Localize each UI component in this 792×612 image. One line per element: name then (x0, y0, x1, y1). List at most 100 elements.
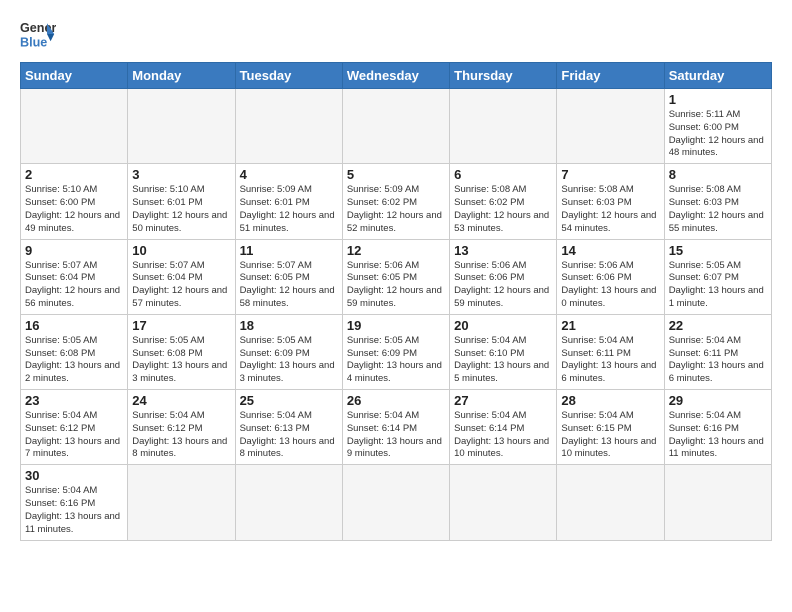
page: General Blue SundayMondayTuesdayWednesda… (0, 0, 792, 551)
calendar-cell: 27 Sunrise: 5:04 AM Sunset: 6:14 PM Dayli… (450, 390, 557, 465)
day-number: 19 (347, 318, 445, 333)
calendar-week-row: 9 Sunrise: 5:07 AM Sunset: 6:04 PM Daylig… (21, 239, 772, 314)
calendar-cell: 30 Sunrise: 5:04 AM Sunset: 6:16 PM Dayli… (21, 465, 128, 540)
day-info: Sunrise: 5:10 AM Sunset: 6:00 PM Dayligh… (25, 184, 123, 235)
day-number: 3 (132, 167, 230, 182)
calendar-week-row: 1 Sunrise: 5:11 AM Sunset: 6:00 PM Daylig… (21, 89, 772, 164)
svg-text:Blue: Blue (20, 36, 47, 50)
day-number: 27 (454, 393, 552, 408)
day-number: 29 (669, 393, 767, 408)
calendar-cell: 15 Sunrise: 5:05 AM Sunset: 6:07 PM Dayli… (664, 239, 771, 314)
day-info: Sunrise: 5:05 AM Sunset: 6:08 PM Dayligh… (25, 335, 123, 386)
day-info: Sunrise: 5:09 AM Sunset: 6:02 PM Dayligh… (347, 184, 445, 235)
calendar-cell: 10 Sunrise: 5:07 AM Sunset: 6:04 PM Dayli… (128, 239, 235, 314)
day-number: 15 (669, 243, 767, 258)
calendar-cell (21, 89, 128, 164)
day-info: Sunrise: 5:07 AM Sunset: 6:05 PM Dayligh… (240, 260, 338, 311)
calendar-cell (557, 465, 664, 540)
day-info: Sunrise: 5:04 AM Sunset: 6:14 PM Dayligh… (454, 410, 552, 461)
calendar-cell (235, 89, 342, 164)
day-info: Sunrise: 5:05 AM Sunset: 6:08 PM Dayligh… (132, 335, 230, 386)
header: General Blue (20, 16, 772, 52)
day-info: Sunrise: 5:05 AM Sunset: 6:09 PM Dayligh… (347, 335, 445, 386)
col-header-saturday: Saturday (664, 63, 771, 89)
calendar-cell: 26Sunrise: 5:04 AM Sunset: 6:14 PM Dayli… (342, 390, 449, 465)
calendar-cell (557, 89, 664, 164)
day-number: 12 (347, 243, 445, 258)
calendar-cell (128, 89, 235, 164)
calendar-cell (128, 465, 235, 540)
day-number: 28 (561, 393, 659, 408)
day-number: 25 (240, 393, 338, 408)
day-number: 1 (669, 92, 767, 107)
calendar-cell: 12 Sunrise: 5:06 AM Sunset: 6:05 PM Dayli… (342, 239, 449, 314)
day-info: Sunrise: 5:08 AM Sunset: 6:03 PM Dayligh… (669, 184, 767, 235)
day-info: Sunrise: 5:11 AM Sunset: 6:00 PM Dayligh… (669, 109, 767, 160)
day-info: Sunrise: 5:05 AM Sunset: 6:09 PM Dayligh… (240, 335, 338, 386)
calendar-cell (235, 465, 342, 540)
day-info: Sunrise: 5:08 AM Sunset: 6:03 PM Dayligh… (561, 184, 659, 235)
day-number: 13 (454, 243, 552, 258)
day-info: Sunrise: 5:04 AM Sunset: 6:12 PM Dayligh… (25, 410, 123, 461)
day-number: 10 (132, 243, 230, 258)
calendar-cell: 29 Sunrise: 5:04 AM Sunset: 6:16 PM Dayli… (664, 390, 771, 465)
day-info: Sunrise: 5:04 AM Sunset: 6:11 PM Dayligh… (669, 335, 767, 386)
day-info: Sunrise: 5:04 AM Sunset: 6:16 PM Dayligh… (25, 485, 123, 536)
calendar-cell: 5 Sunrise: 5:09 AM Sunset: 6:02 PM Daylig… (342, 164, 449, 239)
day-info: Sunrise: 5:06 AM Sunset: 6:05 PM Dayligh… (347, 260, 445, 311)
day-number: 22 (669, 318, 767, 333)
day-info: Sunrise: 5:04 AM Sunset: 6:11 PM Dayligh… (561, 335, 659, 386)
col-header-monday: Monday (128, 63, 235, 89)
calendar-cell: 22 Sunrise: 5:04 AM Sunset: 6:11 PM Dayli… (664, 314, 771, 389)
day-number: 21 (561, 318, 659, 333)
day-number: 18 (240, 318, 338, 333)
day-number: 8 (669, 167, 767, 182)
calendar-week-row: 16 Sunrise: 5:05 AM Sunset: 6:08 PM Dayli… (21, 314, 772, 389)
day-info: Sunrise: 5:07 AM Sunset: 6:04 PM Dayligh… (132, 260, 230, 311)
day-number: 23 (25, 393, 123, 408)
calendar-cell: 23 Sunrise: 5:04 AM Sunset: 6:12 PM Dayli… (21, 390, 128, 465)
day-info: Sunrise: 5:04 AM Sunset: 6:15 PM Dayligh… (561, 410, 659, 461)
calendar-week-row: 2 Sunrise: 5:10 AM Sunset: 6:00 PM Daylig… (21, 164, 772, 239)
calendar-cell: 3 Sunrise: 5:10 AM Sunset: 6:01 PM Daylig… (128, 164, 235, 239)
calendar-cell: 11 Sunrise: 5:07 AM Sunset: 6:05 PM Dayli… (235, 239, 342, 314)
day-number: 30 (25, 468, 123, 483)
day-info: Sunrise: 5:04 AM Sunset: 6:16 PM Dayligh… (669, 410, 767, 461)
calendar-cell: 25Sunrise: 5:04 AM Sunset: 6:13 PM Dayli… (235, 390, 342, 465)
calendar-cell: 4Sunrise: 5:09 AM Sunset: 6:01 PM Daylig… (235, 164, 342, 239)
day-info: Sunrise: 5:04 AM Sunset: 6:12 PM Dayligh… (132, 410, 230, 461)
generalblue-logo-icon: General Blue (20, 16, 56, 52)
day-number: 5 (347, 167, 445, 182)
day-number: 16 (25, 318, 123, 333)
calendar-cell: 8 Sunrise: 5:08 AM Sunset: 6:03 PM Daylig… (664, 164, 771, 239)
calendar-cell: 14 Sunrise: 5:06 AM Sunset: 6:06 PM Dayli… (557, 239, 664, 314)
calendar-cell: 18 Sunrise: 5:05 AM Sunset: 6:09 PM Dayli… (235, 314, 342, 389)
calendar-cell: 9 Sunrise: 5:07 AM Sunset: 6:04 PM Daylig… (21, 239, 128, 314)
calendar-cell: 21 Sunrise: 5:04 AM Sunset: 6:11 PM Dayli… (557, 314, 664, 389)
day-number: 4 (240, 167, 338, 182)
day-info: Sunrise: 5:06 AM Sunset: 6:06 PM Dayligh… (561, 260, 659, 311)
calendar-cell: 6 Sunrise: 5:08 AM Sunset: 6:02 PM Daylig… (450, 164, 557, 239)
day-number: 14 (561, 243, 659, 258)
day-info: Sunrise: 5:05 AM Sunset: 6:07 PM Dayligh… (669, 260, 767, 311)
col-header-tuesday: Tuesday (235, 63, 342, 89)
calendar-week-row: 30 Sunrise: 5:04 AM Sunset: 6:16 PM Dayli… (21, 465, 772, 540)
calendar-cell: 7 Sunrise: 5:08 AM Sunset: 6:03 PM Daylig… (557, 164, 664, 239)
day-number: 6 (454, 167, 552, 182)
calendar-header-row: SundayMondayTuesdayWednesdayThursdayFrid… (21, 63, 772, 89)
day-info: Sunrise: 5:08 AM Sunset: 6:02 PM Dayligh… (454, 184, 552, 235)
logo: General Blue (20, 16, 56, 52)
calendar-cell: 17 Sunrise: 5:05 AM Sunset: 6:08 PM Dayli… (128, 314, 235, 389)
day-number: 9 (25, 243, 123, 258)
day-number: 17 (132, 318, 230, 333)
calendar-cell (450, 465, 557, 540)
day-info: Sunrise: 5:07 AM Sunset: 6:04 PM Dayligh… (25, 260, 123, 311)
day-number: 26 (347, 393, 445, 408)
day-number: 11 (240, 243, 338, 258)
day-info: Sunrise: 5:10 AM Sunset: 6:01 PM Dayligh… (132, 184, 230, 235)
calendar-cell (342, 465, 449, 540)
calendar-cell: 28 Sunrise: 5:04 AM Sunset: 6:15 PM Dayli… (557, 390, 664, 465)
day-number: 2 (25, 167, 123, 182)
day-info: Sunrise: 5:04 AM Sunset: 6:10 PM Dayligh… (454, 335, 552, 386)
day-number: 7 (561, 167, 659, 182)
